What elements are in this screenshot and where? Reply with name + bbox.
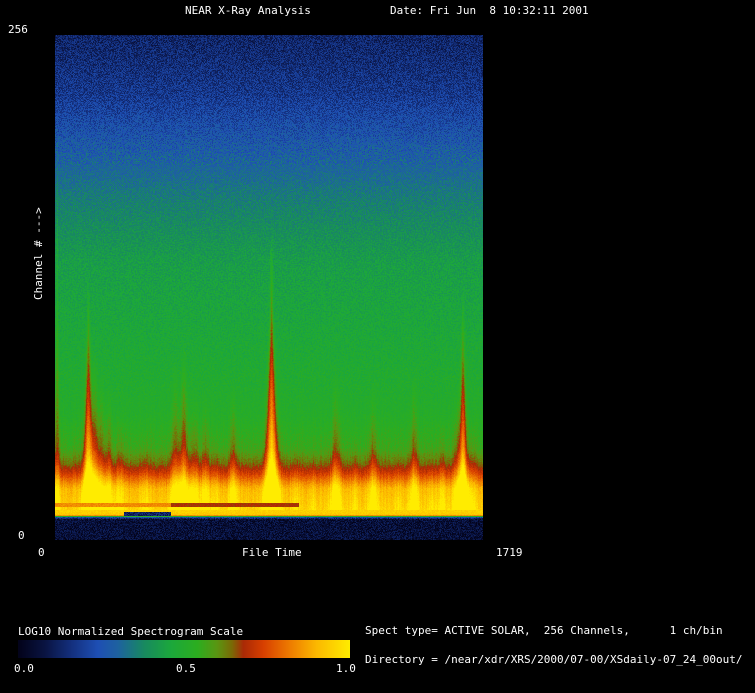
x-axis-min-tick: 0 bbox=[38, 546, 45, 559]
colorbar-title: LOG10 Normalized Spectrogram Scale bbox=[18, 625, 243, 638]
colorbar-tick-max: 1.0 bbox=[336, 662, 356, 675]
y-axis-min-tick: 0 bbox=[18, 529, 25, 542]
page-title: NEAR X-Ray Analysis bbox=[185, 4, 311, 17]
spectrogram-canvas bbox=[55, 35, 483, 540]
x-axis-label: File Time bbox=[242, 546, 302, 559]
colorbar-canvas bbox=[18, 640, 350, 658]
colorbar-tick-min: 0.0 bbox=[14, 662, 34, 675]
y-axis-max-tick: 256 bbox=[8, 23, 28, 36]
date-label: Date: Fri Jun 8 10:32:11 2001 bbox=[390, 4, 589, 17]
directory-info: Directory = /near/xdr/XRS/2000/07-00/XSd… bbox=[365, 653, 743, 666]
spect-type-info: Spect type= ACTIVE SOLAR, 256 Channels, … bbox=[365, 624, 723, 637]
x-axis-max-tick: 1719 bbox=[496, 546, 523, 559]
y-axis-label: Channel # ---> bbox=[32, 207, 45, 300]
colorbar-tick-mid: 0.5 bbox=[176, 662, 196, 675]
app-window: { "header": { "date_label": "Date: Fri J… bbox=[0, 0, 755, 693]
